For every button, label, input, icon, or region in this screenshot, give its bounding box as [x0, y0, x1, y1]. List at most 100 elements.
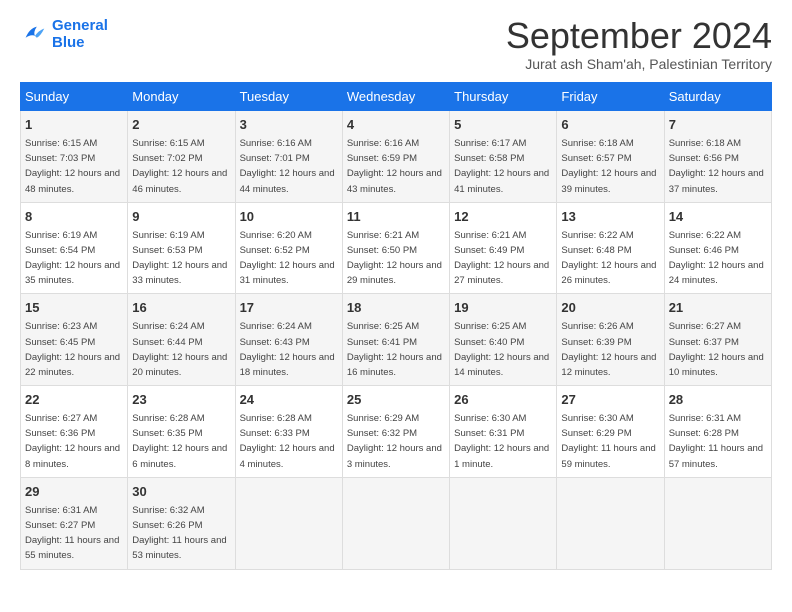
day-info: Sunrise: 6:22 AMSunset: 6:48 PMDaylight:… [561, 230, 656, 287]
col-header-sunday: Sunday [21, 83, 128, 111]
day-number: 2 [132, 116, 230, 135]
day-cell: 27 Sunrise: 6:30 AMSunset: 6:29 PMDayligh… [557, 386, 664, 478]
day-cell: 15 Sunrise: 6:23 AMSunset: 6:45 PMDayligh… [21, 294, 128, 386]
day-cell [450, 477, 557, 569]
day-cell: 25 Sunrise: 6:29 AMSunset: 6:32 PMDayligh… [342, 386, 449, 478]
calendar-table: SundayMondayTuesdayWednesdayThursdayFrid… [20, 82, 772, 570]
day-number: 28 [669, 391, 767, 410]
day-cell [342, 477, 449, 569]
col-header-saturday: Saturday [664, 83, 771, 111]
day-cell: 8 Sunrise: 6:19 AMSunset: 6:54 PMDaylight… [21, 202, 128, 294]
subtitle: Jurat ash Sham'ah, Palestinian Territory [506, 56, 772, 72]
col-header-monday: Monday [128, 83, 235, 111]
week-row-3: 15 Sunrise: 6:23 AMSunset: 6:45 PMDayligh… [21, 294, 772, 386]
col-header-tuesday: Tuesday [235, 83, 342, 111]
day-cell: 1Sunrise: 6:15 AMSunset: 7:03 PMDaylight… [21, 111, 128, 203]
day-number: 3 [240, 116, 338, 135]
day-cell [235, 477, 342, 569]
day-cell: 3Sunrise: 6:16 AMSunset: 7:01 PMDaylight… [235, 111, 342, 203]
logo-text: General Blue [52, 18, 108, 51]
day-cell [557, 477, 664, 569]
day-number: 8 [25, 208, 123, 227]
day-info: Sunrise: 6:22 AMSunset: 6:46 PMDaylight:… [669, 230, 764, 287]
day-info: Sunrise: 6:21 AMSunset: 6:50 PMDaylight:… [347, 230, 442, 287]
day-number: 17 [240, 299, 338, 318]
day-cell: 21Sunrise: 6:27 AMSunset: 6:37 PMDayligh… [664, 294, 771, 386]
day-number: 13 [561, 208, 659, 227]
day-number: 4 [347, 116, 445, 135]
day-number: 25 [347, 391, 445, 410]
day-cell: 23Sunrise: 6:28 AMSunset: 6:35 PMDayligh… [128, 386, 235, 478]
day-cell: 18 Sunrise: 6:25 AMSunset: 6:41 PMDayligh… [342, 294, 449, 386]
day-cell: 20Sunrise: 6:26 AMSunset: 6:39 PMDayligh… [557, 294, 664, 386]
day-cell: 10 Sunrise: 6:20 AMSunset: 6:52 PMDayligh… [235, 202, 342, 294]
day-info: Sunrise: 6:19 AMSunset: 6:54 PMDaylight:… [25, 230, 120, 287]
day-info: Sunrise: 6:28 AMSunset: 6:33 PMDaylight:… [240, 413, 335, 470]
day-cell: 17 Sunrise: 6:24 AMSunset: 6:43 PMDayligh… [235, 294, 342, 386]
day-info: Sunrise: 6:30 AMSunset: 6:31 PMDaylight:… [454, 413, 549, 470]
day-info: Sunrise: 6:23 AMSunset: 6:45 PMDaylight:… [25, 321, 120, 378]
day-cell: 24 Sunrise: 6:28 AMSunset: 6:33 PMDayligh… [235, 386, 342, 478]
col-header-friday: Friday [557, 83, 664, 111]
day-number: 10 [240, 208, 338, 227]
day-info: Sunrise: 6:17 AMSunset: 6:58 PMDaylight:… [454, 138, 549, 195]
day-cell: 16 Sunrise: 6:24 AMSunset: 6:44 PMDayligh… [128, 294, 235, 386]
day-cell: 4 Sunrise: 6:16 AMSunset: 6:59 PMDaylight… [342, 111, 449, 203]
day-number: 18 [347, 299, 445, 318]
header-row: SundayMondayTuesdayWednesdayThursdayFrid… [21, 83, 772, 111]
col-header-wednesday: Wednesday [342, 83, 449, 111]
day-info: Sunrise: 6:16 AMSunset: 6:59 PMDaylight:… [347, 138, 442, 195]
day-number: 27 [561, 391, 659, 410]
day-info: Sunrise: 6:24 AMSunset: 6:43 PMDaylight:… [240, 321, 335, 378]
day-number: 21 [669, 299, 767, 318]
col-header-thursday: Thursday [450, 83, 557, 111]
day-number: 26 [454, 391, 552, 410]
day-cell: 29Sunrise: 6:31 AMSunset: 6:27 PMDayligh… [21, 477, 128, 569]
day-cell: 6 Sunrise: 6:18 AMSunset: 6:57 PMDaylight… [557, 111, 664, 203]
day-info: Sunrise: 6:25 AMSunset: 6:41 PMDaylight:… [347, 321, 442, 378]
month-title: September 2024 [506, 18, 772, 54]
day-info: Sunrise: 6:32 AMSunset: 6:26 PMDaylight:… [132, 505, 226, 562]
day-info: Sunrise: 6:25 AMSunset: 6:40 PMDaylight:… [454, 321, 549, 378]
day-info: Sunrise: 6:30 AMSunset: 6:29 PMDaylight:… [561, 413, 655, 470]
week-row-2: 8 Sunrise: 6:19 AMSunset: 6:54 PMDaylight… [21, 202, 772, 294]
day-number: 14 [669, 208, 767, 227]
day-cell: 26 Sunrise: 6:30 AMSunset: 6:31 PMDayligh… [450, 386, 557, 478]
logo-bird-icon [20, 21, 48, 49]
day-number: 15 [25, 299, 123, 318]
day-cell: 9 Sunrise: 6:19 AMSunset: 6:53 PMDaylight… [128, 202, 235, 294]
day-cell: 30 Sunrise: 6:32 AMSunset: 6:26 PMDayligh… [128, 477, 235, 569]
day-number: 23 [132, 391, 230, 410]
logo: General Blue [20, 18, 108, 51]
day-info: Sunrise: 6:31 AMSunset: 6:28 PMDaylight:… [669, 413, 763, 470]
day-number: 19 [454, 299, 552, 318]
day-info: Sunrise: 6:15 AMSunset: 7:02 PMDaylight:… [132, 138, 227, 195]
day-cell: 19 Sunrise: 6:25 AMSunset: 6:40 PMDayligh… [450, 294, 557, 386]
day-number: 29 [25, 483, 123, 502]
day-info: Sunrise: 6:21 AMSunset: 6:49 PMDaylight:… [454, 230, 549, 287]
day-info: Sunrise: 6:29 AMSunset: 6:32 PMDaylight:… [347, 413, 442, 470]
day-number: 5 [454, 116, 552, 135]
day-number: 12 [454, 208, 552, 227]
header-area: General Blue September 2024 Jurat ash Sh… [20, 18, 772, 72]
day-info: Sunrise: 6:24 AMSunset: 6:44 PMDaylight:… [132, 321, 227, 378]
day-info: Sunrise: 6:18 AMSunset: 6:56 PMDaylight:… [669, 138, 764, 195]
day-info: Sunrise: 6:26 AMSunset: 6:39 PMDaylight:… [561, 321, 656, 378]
day-number: 30 [132, 483, 230, 502]
day-info: Sunrise: 6:19 AMSunset: 6:53 PMDaylight:… [132, 230, 227, 287]
day-number: 16 [132, 299, 230, 318]
week-row-4: 22Sunrise: 6:27 AMSunset: 6:36 PMDayligh… [21, 386, 772, 478]
day-info: Sunrise: 6:18 AMSunset: 6:57 PMDaylight:… [561, 138, 656, 195]
page-container: General Blue September 2024 Jurat ash Sh… [0, 0, 792, 580]
day-number: 24 [240, 391, 338, 410]
day-number: 11 [347, 208, 445, 227]
day-cell: 5 Sunrise: 6:17 AMSunset: 6:58 PMDaylight… [450, 111, 557, 203]
day-cell: 2 Sunrise: 6:15 AMSunset: 7:02 PMDaylight… [128, 111, 235, 203]
day-cell: 14 Sunrise: 6:22 AMSunset: 6:46 PMDayligh… [664, 202, 771, 294]
day-number: 7 [669, 116, 767, 135]
day-cell: 11 Sunrise: 6:21 AMSunset: 6:50 PMDayligh… [342, 202, 449, 294]
day-number: 9 [132, 208, 230, 227]
day-info: Sunrise: 6:15 AMSunset: 7:03 PMDaylight:… [25, 138, 120, 195]
day-info: Sunrise: 6:20 AMSunset: 6:52 PMDaylight:… [240, 230, 335, 287]
day-number: 6 [561, 116, 659, 135]
